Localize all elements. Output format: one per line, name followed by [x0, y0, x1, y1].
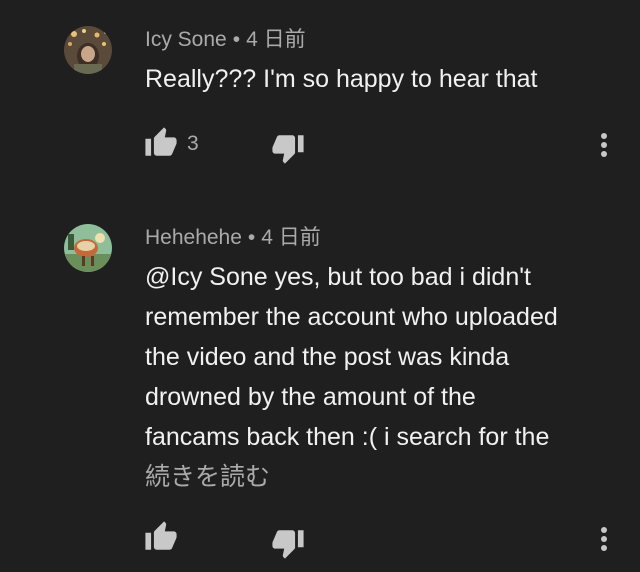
comment-text-line: @Icy Sone yes, but too bad i didn't	[145, 263, 531, 291]
avatar-image	[64, 224, 112, 272]
thumbs-down-icon	[272, 530, 304, 559]
comment-text-line: drowned by the amount of the	[145, 383, 476, 411]
comment-text-line: fancams back then :( i search for the	[145, 423, 550, 451]
comment-text-line: the video and the post was kinda	[145, 343, 510, 371]
dislike-button[interactable]	[271, 526, 305, 560]
meta-separator: •	[247, 226, 256, 249]
more-options-button[interactable]	[594, 524, 614, 554]
more-vert-icon	[601, 527, 607, 551]
comment-time[interactable]: 4 日前	[261, 226, 321, 249]
thumbs-up-icon	[145, 521, 177, 550]
comment-meta: Hehehehe • 4 日前	[145, 226, 321, 250]
comment-text-line: remember the account who uploaded	[145, 303, 558, 331]
avatar[interactable]	[64, 224, 112, 272]
comment-text: @Icy Sone yes, but too bad i didn't reme…	[145, 257, 625, 457]
comment-item: Hehehehe • 4 日前 @Icy Sone yes, but too bad…	[0, 0, 640, 572]
read-more-link[interactable]: 続きを読む	[145, 457, 270, 497]
author-name[interactable]: Hehehehe	[145, 226, 242, 249]
like-button[interactable]	[144, 520, 178, 554]
